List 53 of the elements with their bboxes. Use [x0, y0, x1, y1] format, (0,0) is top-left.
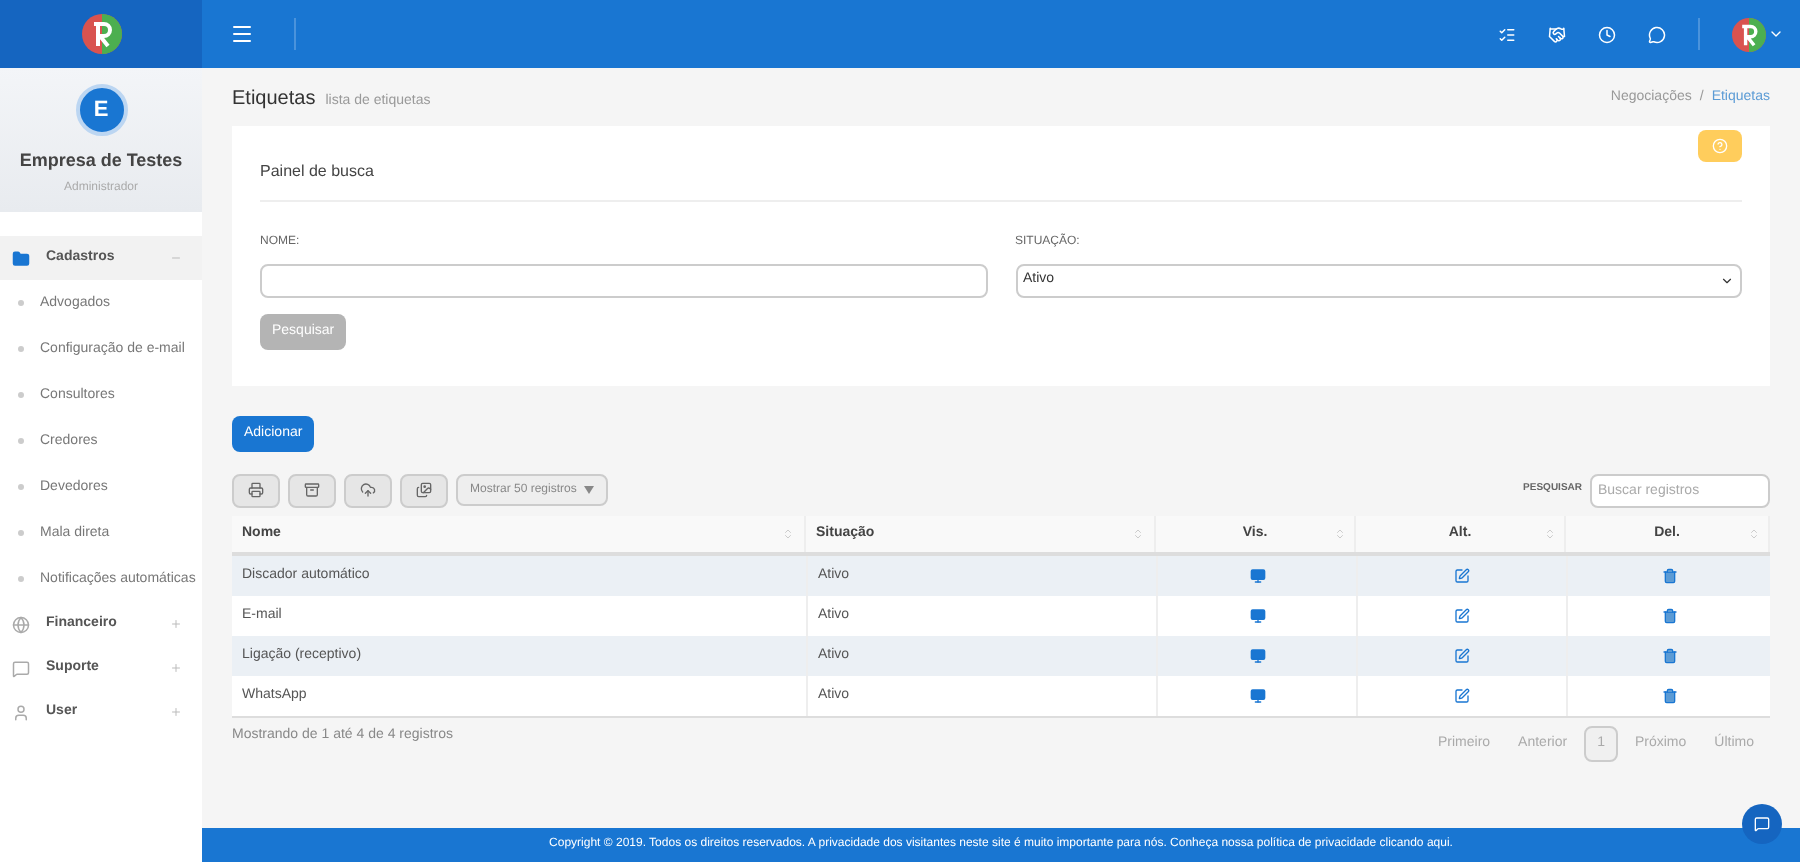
- chat-button[interactable]: [1742, 804, 1782, 844]
- expand-icon: [170, 706, 182, 718]
- bullet-icon: [18, 300, 24, 306]
- monitor-icon[interactable]: [1249, 688, 1265, 704]
- edit-icon[interactable]: [1454, 648, 1470, 664]
- globe-icon: [12, 615, 30, 633]
- help-icon: [1712, 138, 1728, 154]
- panel-title: Painel de busca: [260, 130, 1742, 202]
- monitor-icon[interactable]: [1249, 608, 1265, 624]
- cloud-upload-icon: [360, 482, 376, 498]
- chat-bubble-icon[interactable]: [1648, 25, 1666, 43]
- toolbar-button[interactable]: [400, 473, 448, 507]
- images-icon: [416, 482, 432, 498]
- handshake-icon[interactable]: [1548, 25, 1566, 43]
- chat-icon: [1754, 816, 1770, 832]
- company-name: Empresa de Testes: [19, 148, 183, 174]
- trash-icon[interactable]: [1661, 608, 1677, 624]
- archive-icon: [304, 482, 320, 498]
- folder-icon: [12, 249, 30, 267]
- collapse-icon: [170, 252, 182, 264]
- toolbar-button[interactable]: [288, 473, 336, 507]
- monitor-icon[interactable]: [1249, 568, 1265, 584]
- trash-icon[interactable]: [1661, 688, 1677, 704]
- edit-icon[interactable]: [1454, 568, 1470, 584]
- list-icon[interactable]: [1498, 25, 1516, 43]
- trash-icon[interactable]: [1661, 568, 1677, 584]
- bullet-icon: [18, 530, 24, 536]
- menu-icon[interactable]: [230, 22, 254, 46]
- edit-icon[interactable]: [1454, 688, 1470, 704]
- monitor-icon[interactable]: [1249, 648, 1265, 664]
- input-field[interactable]: [260, 264, 987, 298]
- caret-icon[interactable]: [1768, 26, 1784, 42]
- toolbar-button[interactable]: [344, 473, 392, 507]
- bullet-icon: [18, 392, 24, 398]
- page-title: Etiquetas: [232, 85, 316, 113]
- expand-icon: [170, 618, 182, 630]
- user-icon: [12, 703, 30, 721]
- chat-icon: [12, 659, 30, 677]
- avatar: E: [75, 84, 127, 136]
- caret-icon: [1720, 274, 1734, 288]
- toolbar-button[interactable]: [232, 473, 280, 507]
- bullet-icon: [18, 576, 24, 582]
- bullet-icon: [18, 484, 24, 490]
- clock-icon[interactable]: [1598, 25, 1616, 43]
- print-icon: [248, 482, 264, 498]
- expand-icon: [170, 662, 182, 674]
- caret-icon: [584, 486, 595, 494]
- bullet-icon: [18, 438, 24, 444]
- logo-icon: [81, 14, 121, 54]
- bullet-icon: [18, 346, 24, 352]
- edit-icon[interactable]: [1454, 608, 1470, 624]
- logo-icon: [1732, 17, 1766, 51]
- trash-icon[interactable]: [1661, 648, 1677, 664]
